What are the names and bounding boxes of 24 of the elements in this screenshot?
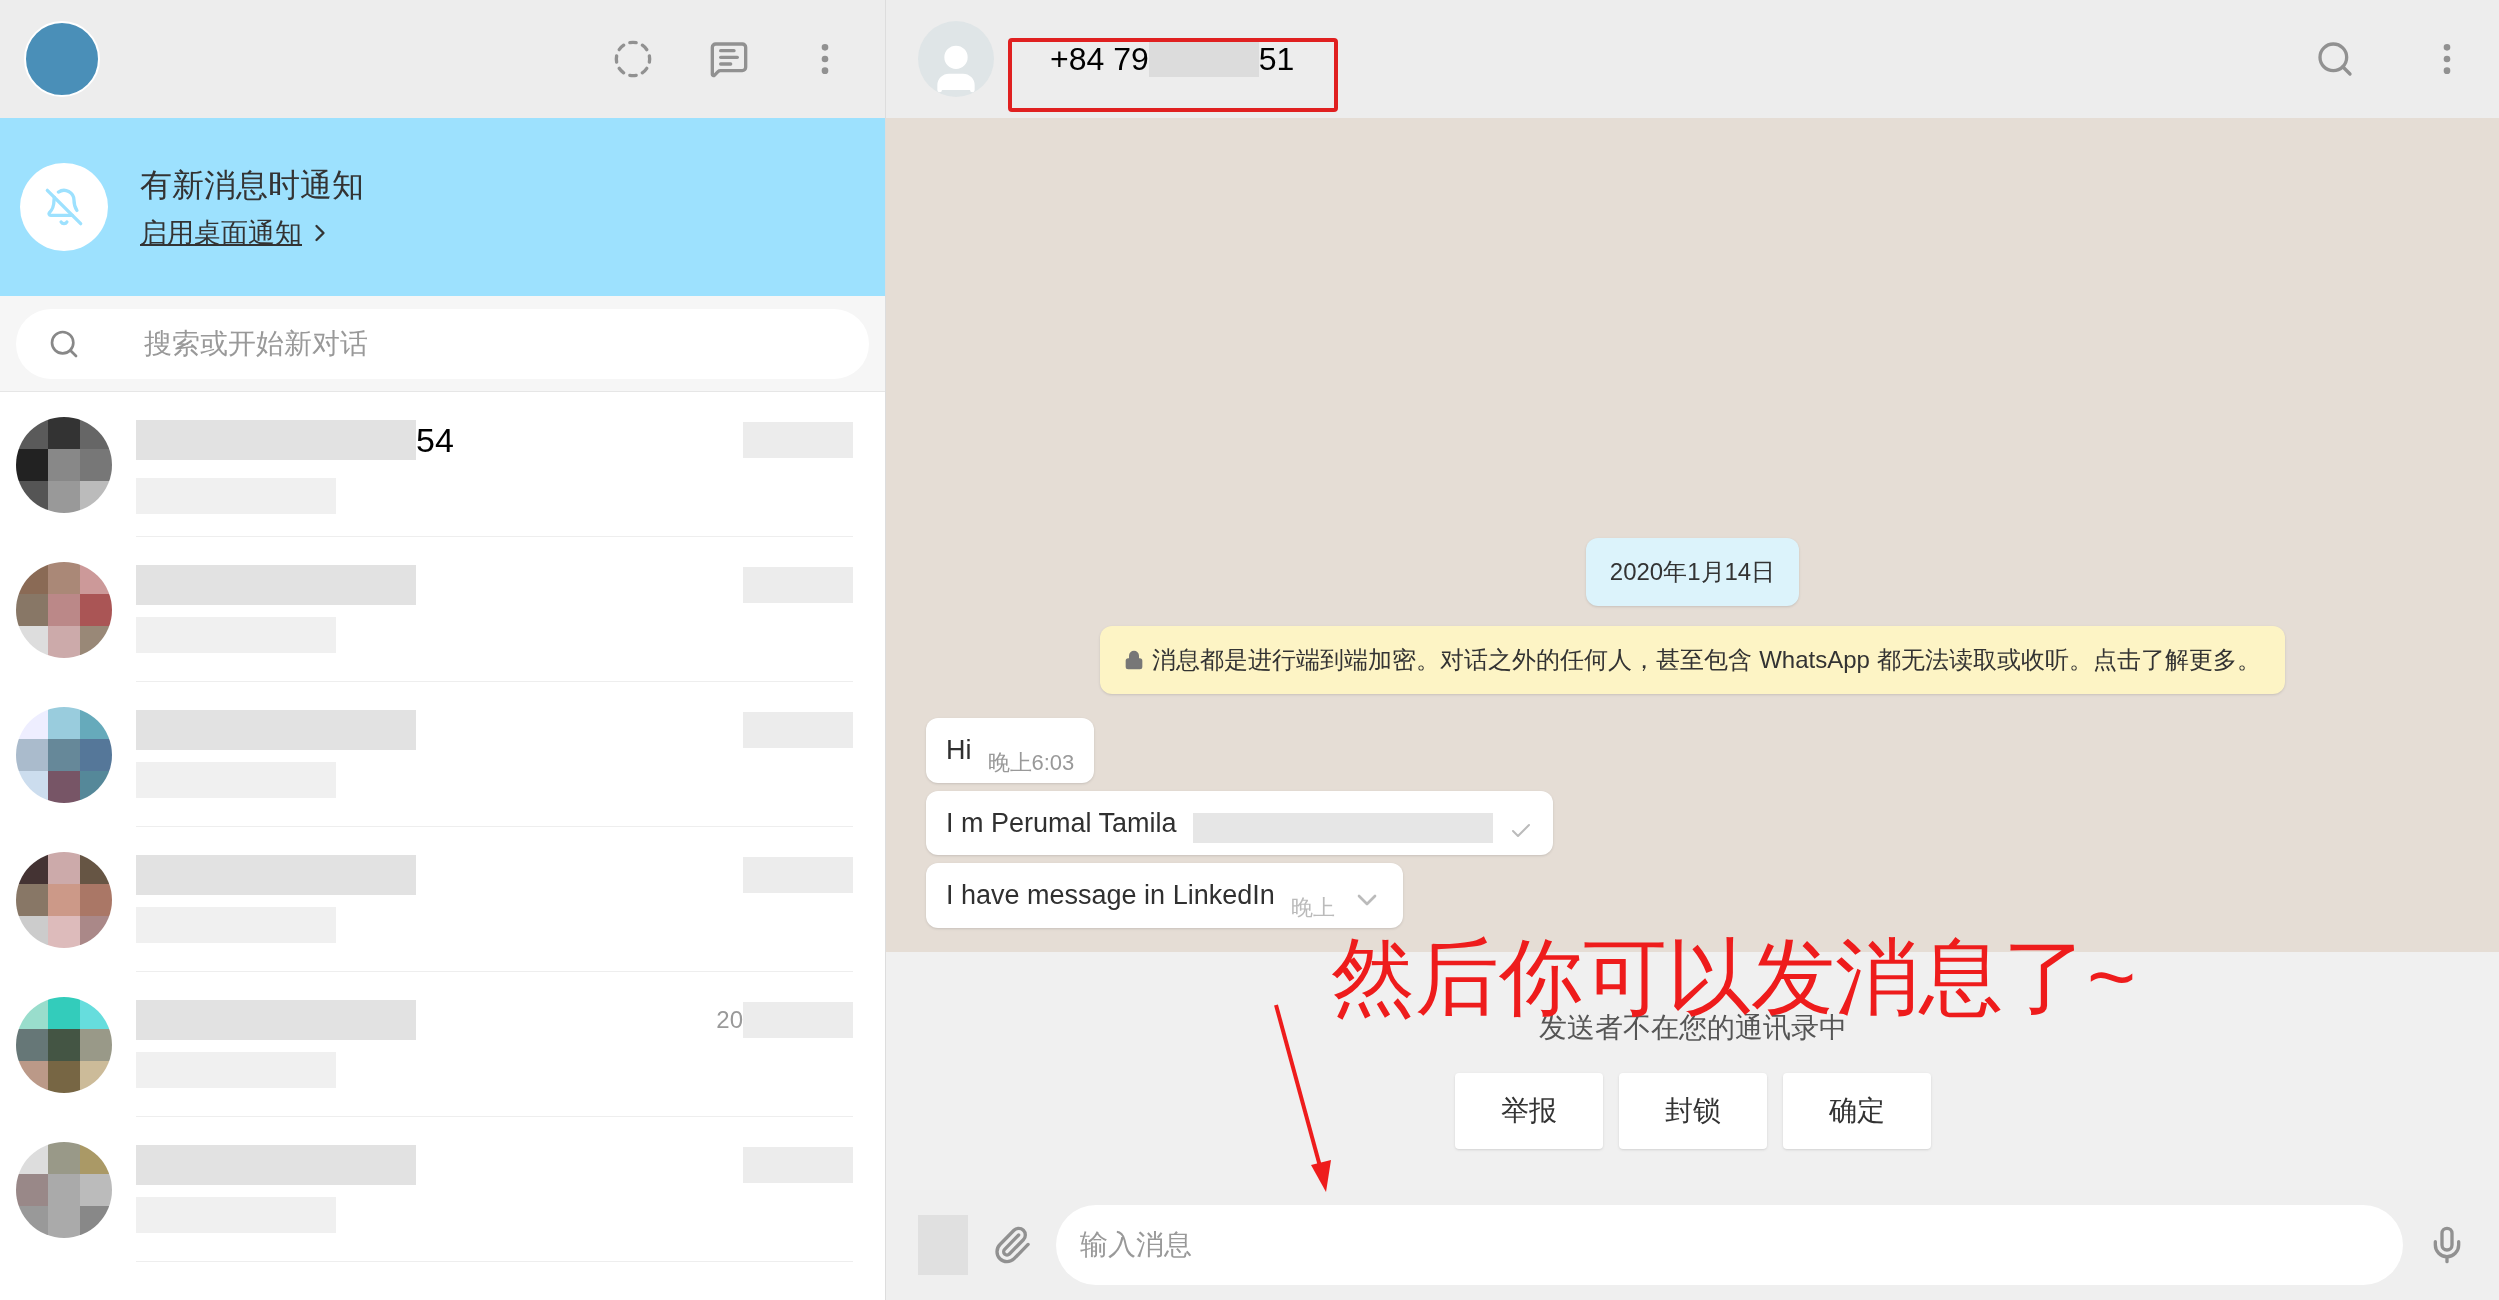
message-time: 晚上 [1290, 893, 1335, 922]
search-field[interactable]: 搜索或开始新对话 [16, 308, 869, 379]
contact-number: +84 79 [1050, 40, 1149, 79]
contact-number: 51 [1258, 40, 1295, 79]
contact-name: 54 [416, 419, 454, 461]
new-chat-icon[interactable] [709, 39, 749, 79]
status-icon[interactable] [613, 39, 653, 79]
message-text: I have message in LinkedIn [946, 879, 1275, 912]
notification-title: 有新消息时通知 [140, 165, 364, 205]
attach-icon[interactable] [992, 1225, 1032, 1265]
enable-notifications-link[interactable]: 启用桌面通知 [140, 212, 302, 254]
date-chip: 2020年1月14日 [1585, 538, 1800, 606]
message-text: Hi [946, 734, 972, 767]
lock-icon [1124, 650, 1145, 670]
chat-time: 20 [716, 1005, 743, 1035]
message-time: 晚上6:03 [987, 748, 1075, 777]
encryption-text: 消息都是进行端到端加密。对话之外的任何人，甚至包含 WhatsApp 都无法读取或收听。点击了解更多。 [1152, 645, 2261, 675]
search-icon[interactable] [2315, 39, 2355, 79]
message-text: I m Perumal Tamila [946, 806, 1177, 840]
action-button[interactable]: 确定 [1782, 1073, 1931, 1149]
action-button[interactable]: 封锁 [1618, 1073, 1767, 1149]
message-input-field[interactable]: 输入消息 [1056, 1205, 2403, 1285]
action-button[interactable]: 举报 [1454, 1073, 1603, 1149]
encryption-notice[interactable]: 消息都是进行端到端加密。对话之外的任何人，甚至包含 WhatsApp 都无法读取或收听。点击了解更多。 [1100, 626, 2285, 694]
